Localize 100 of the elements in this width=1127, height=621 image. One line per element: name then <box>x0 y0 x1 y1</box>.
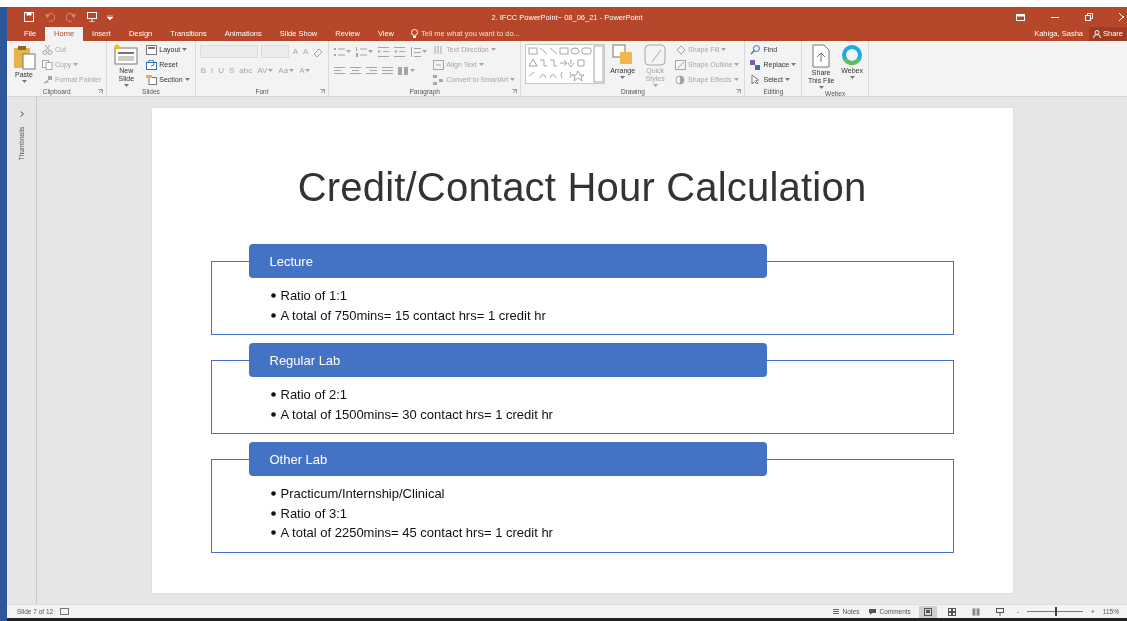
minimize-icon <box>1051 16 1059 18</box>
line-spacing-icon <box>410 46 422 57</box>
ring-icon <box>841 44 864 66</box>
toolbar-button[interactable] <box>86 12 98 22</box>
chevron-icon <box>19 111 24 117</box>
comment-icon <box>869 608 877 615</box>
normal-view-icon <box>923 607 932 616</box>
align-left-icon <box>334 65 346 76</box>
bullet-text: A total of 750mins= 15 contact hrs= 1 credit hr <box>280 306 546 325</box>
search-icon <box>750 44 762 55</box>
section-heading: Lecture <box>248 244 767 278</box>
launcher-icon <box>320 89 326 94</box>
zoom-thumb[interactable] <box>1055 607 1058 616</box>
layout-icon <box>146 44 158 55</box>
replace-icon <box>750 59 762 70</box>
bullet-list-icon <box>334 46 346 57</box>
redo-icon <box>66 12 76 22</box>
ribbon-display-button[interactable] <box>1015 13 1026 21</box>
restore-icon <box>1085 13 1093 21</box>
slide-title: Credit/Contact Hour Calculation <box>296 164 868 211</box>
bullet-icon <box>270 293 276 299</box>
align-right-icon <box>366 65 378 76</box>
section-icon <box>146 74 158 85</box>
caret-icon <box>733 78 739 81</box>
bullet-text: Ratio of 3:1 <box>280 504 347 523</box>
caret-icon <box>410 69 416 72</box>
caret-icon <box>478 63 484 66</box>
caret-icon <box>123 84 129 88</box>
bullet-text: Practicum/Internship/Clinical <box>280 485 445 503</box>
caret-icon <box>289 69 295 72</box>
smartart-icon <box>433 74 445 85</box>
launcher-icon <box>736 89 742 94</box>
caret-icon <box>490 48 496 51</box>
slide-icon <box>114 44 139 66</box>
save-icon <box>24 12 34 22</box>
indent-icon <box>394 46 406 57</box>
scissors-icon <box>42 44 53 55</box>
customize-icon <box>107 14 113 20</box>
caret-icon <box>346 50 352 53</box>
bullet-icon <box>270 510 276 516</box>
bullet-icon <box>270 491 276 497</box>
clipboard-icon <box>12 44 36 70</box>
reading-view-icon <box>971 607 980 616</box>
bullet-icon <box>270 312 276 318</box>
person-icon <box>1093 29 1101 38</box>
caret-icon <box>784 78 790 81</box>
notes-check-icon <box>60 608 70 615</box>
caret-icon <box>620 76 626 80</box>
caret-icon <box>184 78 190 81</box>
document-upload-icon <box>811 44 832 68</box>
caret-icon <box>734 63 740 66</box>
caret-icon <box>268 69 274 72</box>
notes-icon <box>833 609 840 614</box>
bullet-text: Ratio of 1:1 <box>280 287 347 305</box>
caret-icon <box>182 48 188 51</box>
eraser-icon <box>313 46 324 57</box>
minimize-button[interactable] <box>1050 16 1060 18</box>
bullet-text: Ratio of 2:1 <box>280 386 347 404</box>
launcher-icon <box>98 89 104 94</box>
caret-icon <box>818 86 824 90</box>
columns-icon <box>398 65 410 76</box>
bullet-icon <box>270 411 276 417</box>
caret-icon <box>791 63 797 66</box>
caret-icon <box>73 63 79 66</box>
indent-icon <box>378 46 390 57</box>
bullet-icon <box>270 392 276 398</box>
caret-icon <box>849 76 855 80</box>
section-heading: Regular Lab <box>248 343 767 377</box>
view-button[interactable] <box>918 605 937 618</box>
ribbon-display-icon <box>1016 13 1025 21</box>
caret-icon <box>422 50 428 53</box>
slideshow-icon <box>995 607 1004 616</box>
bullet-text: A total of 1500mins= 30 contact hrs= 1 credit hr <box>280 405 553 424</box>
effects-icon <box>675 74 687 85</box>
toolbar-button[interactable] <box>23 12 35 22</box>
align-center-icon <box>350 65 362 76</box>
dialog-launcher[interactable] <box>511 89 519 94</box>
presentation-icon <box>87 12 97 22</box>
caret-icon <box>510 78 516 81</box>
lightbulb-icon <box>411 29 418 38</box>
notes-check-button[interactable] <box>59 608 71 615</box>
section-heading: Other Lab <box>248 442 767 476</box>
dialog-launcher[interactable] <box>735 89 743 94</box>
caret-icon <box>368 50 374 53</box>
quick-styles-icon <box>644 44 667 66</box>
align-text-icon <box>433 59 445 70</box>
numbered-list-icon <box>356 46 368 57</box>
launcher-icon <box>512 89 518 94</box>
restore-button[interactable] <box>1084 13 1094 21</box>
dialog-launcher[interactable] <box>319 89 327 94</box>
justify-icon <box>382 65 394 76</box>
dialog-launcher[interactable] <box>97 89 105 94</box>
bullet-icon <box>270 530 276 536</box>
bullet-text: A total of 2250mins= 45 contact hrs= 1 credit hr <box>280 524 553 542</box>
caret-icon <box>305 69 311 72</box>
cursor-icon <box>750 74 762 85</box>
caret-icon <box>652 84 658 88</box>
caret-icon <box>21 80 27 84</box>
arrange-icon <box>611 44 634 66</box>
grid-view-icon <box>947 607 956 616</box>
